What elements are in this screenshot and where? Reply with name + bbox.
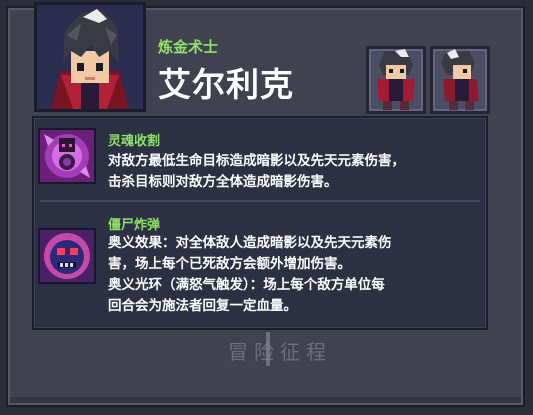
panel-bottom-strip xyxy=(10,397,521,403)
skill-2-desc-line: 回合会为施法者回复一定血量。 xyxy=(108,298,297,314)
skill-2-name: 僵尸炸弹 xyxy=(108,218,161,233)
skill-1-description: 对敌方最低生命目标造成暗影以及先天元素伤害， 击杀目标则对敌方全体造成暗影伤害。 xyxy=(108,151,480,193)
watermark-emblem xyxy=(266,332,270,366)
character-skin-side-icon xyxy=(441,49,479,110)
skill-2-desc-line: 奥义效果：对全体敌人造成暗影以及先天元素伤 xyxy=(108,235,392,251)
skill-2-description: 奥义效果：对全体敌人造成暗影以及先天元素伤 害，场上每个已死敌方会额外增加伤害。… xyxy=(108,233,480,317)
soul-reap-icon xyxy=(40,130,94,182)
skills-panel: 灵魂收割 对敌方最低生命目标造成暗影以及先天元素伤害， 击杀目标则对敌方全体造成… xyxy=(32,116,488,330)
zombie-bomb-icon xyxy=(40,230,94,282)
skin-select-button-1[interactable] xyxy=(366,46,426,114)
skill-divider xyxy=(40,200,480,202)
skill-1-icon-frame[interactable] xyxy=(38,128,96,184)
skin-select-button-2[interactable] xyxy=(430,46,490,114)
skill-1-desc-line: 击杀目标则对敌方全体造成暗影伤害。 xyxy=(108,174,338,190)
skill-2-icon-frame[interactable] xyxy=(38,228,96,284)
skill-1-desc-line: 对敌方最低生命目标造成暗影以及先天元素伤害， xyxy=(108,153,405,169)
skill-2-desc-line: 害，场上每个已死敌方会额外增加伤害。 xyxy=(108,256,351,272)
skill-1-name: 灵魂收割 xyxy=(108,134,161,149)
character-portrait xyxy=(34,2,146,112)
skill-2-desc-line: 奥义光环（满怒气触发）：场上每个敌方单位每 xyxy=(108,277,385,293)
character-class: 炼金术士 xyxy=(158,38,219,56)
watermark-text: 冒险征程 xyxy=(228,340,332,364)
character-skin-front-icon xyxy=(377,49,415,110)
character-name: 艾尔利克 xyxy=(158,65,294,104)
character-portrait-icon xyxy=(37,5,143,109)
